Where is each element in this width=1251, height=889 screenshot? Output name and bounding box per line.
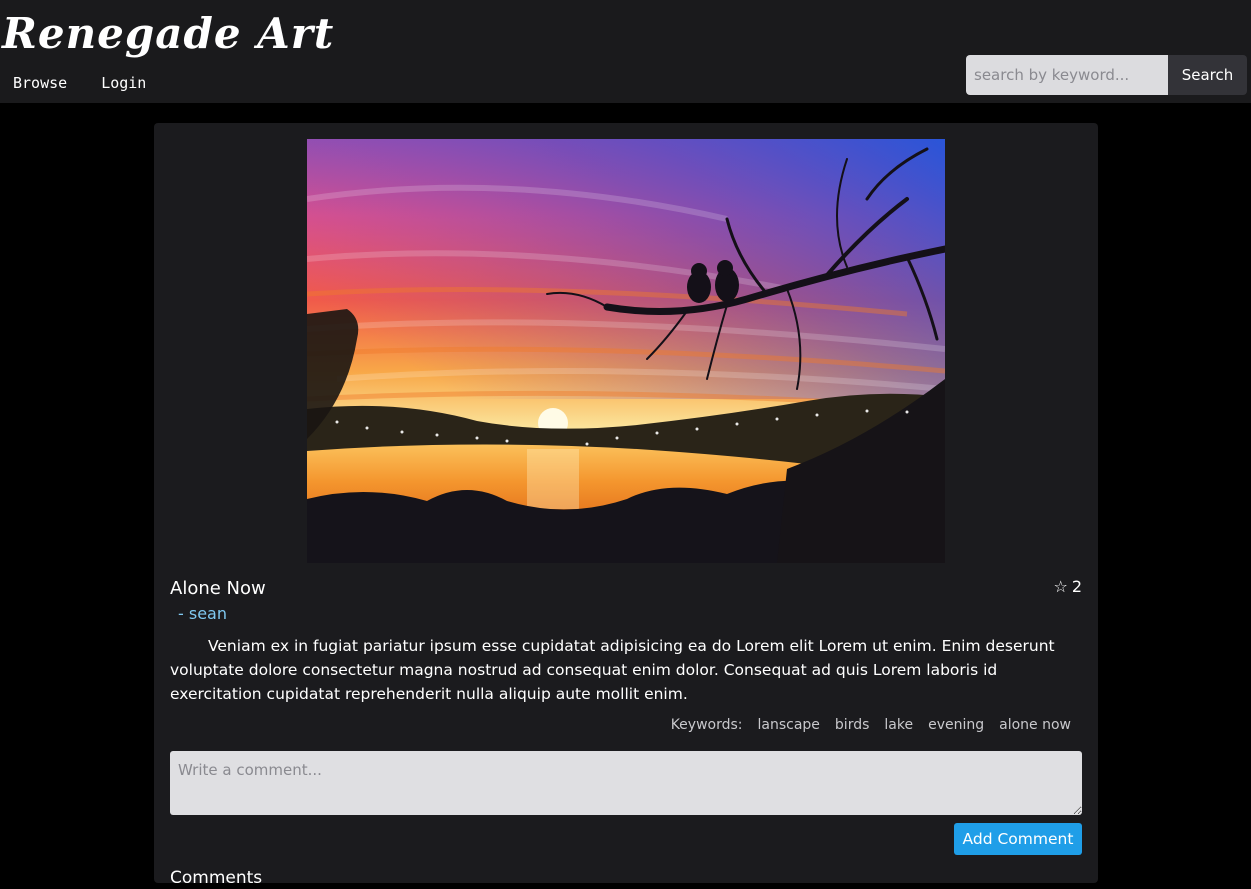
keyword-tag[interactable]: alone now <box>999 715 1071 735</box>
keyword-tag[interactable]: lake <box>884 715 913 735</box>
search-input[interactable] <box>966 55 1168 95</box>
artwork-card: Alone Now ☆ 2 - sean Veniam ex in fugiat… <box>154 123 1098 888</box>
keyword-tag[interactable]: lanscape <box>758 715 820 735</box>
search-form: Search <box>966 55 1247 95</box>
site-logo[interactable]: Renegade Art <box>2 8 334 60</box>
artwork-title: Alone Now <box>170 578 266 599</box>
add-comment-button[interactable]: Add Comment <box>954 823 1082 855</box>
keywords-label: Keywords: <box>670 717 743 733</box>
comments-heading: Comments <box>170 868 263 888</box>
keyword-list: Keywords: lanscape birds lake evening al… <box>671 715 1071 735</box>
star-count: 2 <box>1071 577 1082 596</box>
artwork-image <box>307 139 945 563</box>
nav-login-link[interactable]: Login <box>101 72 146 94</box>
star-outline-icon[interactable]: ☆ <box>1053 575 1067 599</box>
star-rating[interactable]: ☆ 2 <box>1053 575 1082 599</box>
artist-link[interactable]: - sean <box>178 604 227 623</box>
comment-textarea[interactable] <box>170 751 1082 815</box>
top-navbar: Renegade Art Browse Login Search <box>0 0 1251 103</box>
search-button[interactable]: Search <box>1168 55 1247 95</box>
keyword-tag[interactable]: birds <box>835 715 869 735</box>
artwork-description: Veniam ex in fugiat pariatur ipsum esse … <box>170 637 1055 703</box>
nav-browse-link[interactable]: Browse <box>13 72 67 94</box>
keyword-tag[interactable]: evening <box>928 715 984 735</box>
main-nav: Browse Login <box>13 72 146 94</box>
